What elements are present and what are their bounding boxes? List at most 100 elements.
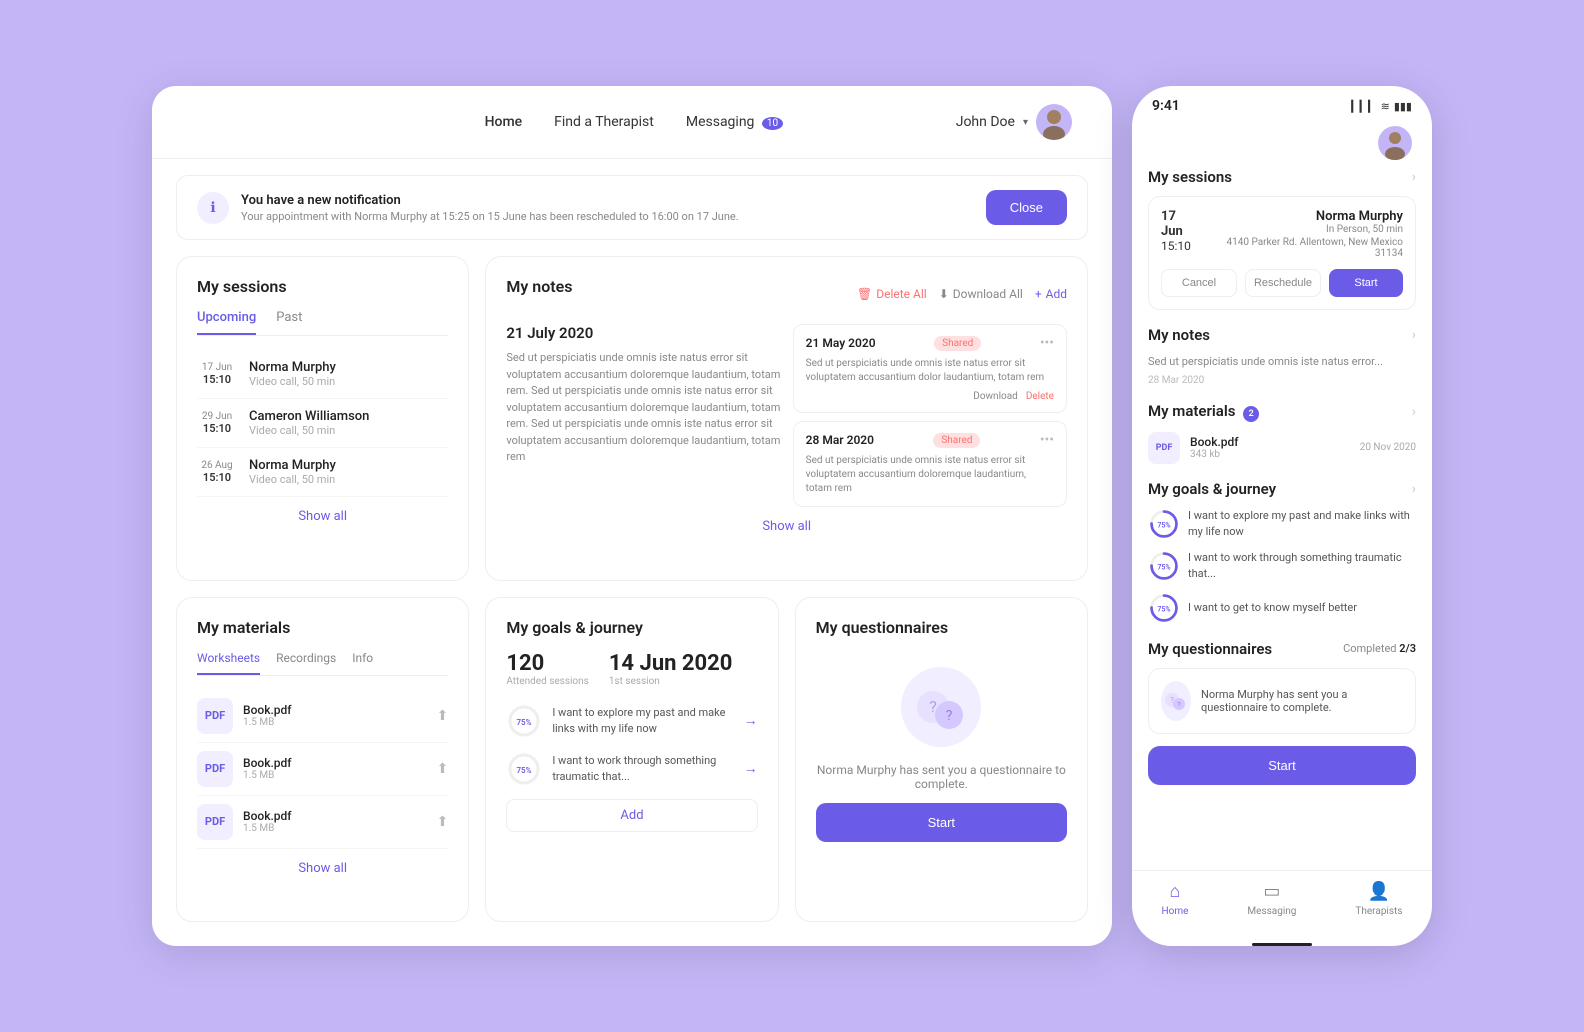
mobile-cancel-button[interactable]: Cancel [1161,269,1237,297]
goal-arrow-2-icon[interactable]: → [744,760,758,777]
main-note-text: Sed ut perspiciatis unde omnis iste natu… [506,350,780,466]
tab-past[interactable]: Past [276,310,302,335]
mobile-goals-section: My goals & journey › 75% I want to explo… [1148,480,1416,624]
shared-badge-2: Shared [933,433,980,448]
download-material-3-icon[interactable]: ⬆ [437,814,449,830]
questionnaire-icon-area: ? ? [816,651,1067,763]
session-item: 17 Jun 15:10 Norma Murphy Video call, 50… [197,350,448,399]
mobile-session-detail: Norma Murphy In Person, 50 min 4140 Park… [1200,209,1403,259]
mobile-quest-card: ? ? Norma Murphy has sent you a question… [1148,668,1416,734]
mobile-nav-messaging[interactable]: ▭ Messaging [1247,881,1296,917]
mobile-avatar [1378,126,1412,160]
stat-attended: 120 Attended sessions [506,651,588,687]
mobile-goal-1: 75% I want to explore my past and make l… [1148,508,1416,540]
web-panel: Home Find a Therapist Messaging 10 John … [152,86,1112,946]
svg-text:75%: 75% [1157,604,1170,613]
tab-upcoming[interactable]: Upcoming [197,310,256,335]
mobile-note-content: Sed ut perspiciatis unde omnis iste natu… [1148,354,1416,386]
sessions-chevron-icon[interactable]: › [1412,169,1416,185]
goals-title: My goals & journey [506,618,757,637]
materials-title: My materials [197,618,448,637]
mobile-pdf-icon: PDF [1148,432,1180,464]
mobile-session-card: 17 Jun 15:10 Norma Murphy In Person, 50 … [1148,196,1416,310]
nav-find-therapist[interactable]: Find a Therapist [554,114,654,130]
materials-chevron-icon[interactable]: › [1412,404,1416,420]
mobile-material-item: PDF Book.pdf 343 kb 20 Nov 2020 [1148,432,1416,464]
mobile-reschedule-button[interactable]: Reschedule [1245,269,1321,297]
notes-card: My notes 🗑 Delete All ⬇ Download All + A… [485,256,1088,581]
mobile-sessions-section: My sessions › 17 Jun 15:10 Norma Murphy … [1148,168,1416,310]
mobile-note-date: 28 Mar 2020 [1148,375,1416,386]
mobile-notes-title: My notes [1148,326,1210,344]
add-goal-button[interactable]: Add [506,799,757,832]
side-note-2-header: 28 Mar 2020 Shared ••• [806,432,1054,448]
delete-all-button[interactable]: 🗑 Delete All [857,287,927,301]
svg-text:75%: 75% [517,766,532,775]
sessions-show-all[interactable]: Show all [197,509,448,524]
wifi-icon: ≋ [1381,100,1390,113]
material-item-2: PDF Book.pdf 1.5 MB ⬆ [197,743,448,796]
goals-stats: 120 Attended sessions 14 Jun 2020 1st se… [506,651,757,687]
mobile-start-session-button[interactable]: Start [1329,269,1403,297]
home-icon: ⌂ [1170,881,1181,902]
tab-worksheets[interactable]: Worksheets [197,651,260,675]
close-notification-button[interactable]: Close [986,190,1067,225]
notification-bar: ℹ You have a new notification Your appoi… [176,175,1088,240]
battery-icon: ▮▮▮ [1394,100,1412,113]
materials-show-all[interactable]: Show all [197,861,448,876]
mobile-note-text: Sed ut perspiciatis unde omnis iste natu… [1148,354,1416,371]
nav-home[interactable]: Home [485,114,523,130]
notes-show-all[interactable]: Show all [506,519,1067,534]
user-avatar [1036,104,1072,140]
goals-chevron-icon[interactable]: › [1412,481,1416,497]
download-all-button[interactable]: ⬇ Download All [939,287,1023,301]
mobile-start-quest-button[interactable]: Start [1148,746,1416,785]
user-info[interactable]: John Doe ▾ [956,104,1072,140]
tab-recordings[interactable]: Recordings [276,651,336,675]
svg-text:75%: 75% [1157,562,1170,571]
nav-links: Home Find a Therapist Messaging 10 [485,114,784,130]
start-questionnaire-button[interactable]: Start [816,803,1067,842]
main-note: 21 July 2020 Sed ut perspiciatis unde om… [506,324,780,507]
notes-chevron-icon[interactable]: › [1412,327,1416,343]
note-options-icon[interactable]: ••• [1040,335,1054,351]
notif-text-block: You have a new notification Your appoint… [241,193,739,223]
nav-messaging[interactable]: Messaging 10 [686,114,783,130]
materials-tabs: Worksheets Recordings Info [197,651,448,676]
goal-item-2: 75% I want to work through something tra… [506,751,757,787]
mobile-nav-home[interactable]: ⌂ Home [1162,881,1189,917]
notif-title: You have a new notification [241,193,739,208]
material-info: Book.pdf 1.5 MB [243,703,292,728]
mobile-sessions-title: My sessions [1148,168,1232,186]
mobile-quest-header: My questionnaires Completed 2/3 [1148,640,1416,658]
materials-card: My materials Worksheets Recordings Info … [176,597,469,923]
notif-content: ℹ You have a new notification Your appoi… [197,192,739,224]
questionnaire-icon: ? ? [901,667,981,747]
stat-first-session: 14 Jun 2020 1st session [609,651,733,687]
home-indicator [1252,943,1312,946]
goal-arrow-icon[interactable]: → [744,712,758,729]
download-note-button[interactable]: Download [973,391,1018,402]
mobile-goal-3: 75% I want to get to know myself better [1148,592,1416,624]
mobile-nav-therapists[interactable]: 👤 Therapists [1355,881,1402,917]
session-info: Norma Murphy Video call, 50 min [249,360,336,388]
mobile-materials-title: My materials 2 [1148,402,1259,422]
svg-text:?: ? [930,697,938,716]
download-material-icon[interactable]: ⬆ [437,708,449,724]
tab-info[interactable]: Info [352,651,373,675]
note-options-2-icon[interactable]: ••• [1040,432,1054,448]
mobile-quest-title: My questionnaires [1148,640,1272,658]
signal-icon: ▎▎▎ [1351,100,1376,113]
add-note-button[interactable]: + Add [1035,287,1067,301]
svg-text:?: ? [946,708,953,724]
pdf-icon: PDF [197,698,233,734]
mobile-notes-section: My notes › Sed ut perspiciatis unde omni… [1148,326,1416,386]
side-note-1: 21 May 2020 Shared ••• Sed ut perspiciat… [793,324,1067,413]
main-note-date: 21 July 2020 [506,324,780,342]
session-date: 17 Jun 15:10 [197,362,237,386]
mobile-mat-info: Book.pdf 343 kb [1190,435,1239,460]
delete-note-button[interactable]: Delete [1026,391,1054,402]
session-info: Cameron Williamson Video call, 50 min [249,409,369,437]
mobile-session-top: 17 Jun 15:10 Norma Murphy In Person, 50 … [1161,209,1403,259]
download-material-2-icon[interactable]: ⬆ [437,761,449,777]
